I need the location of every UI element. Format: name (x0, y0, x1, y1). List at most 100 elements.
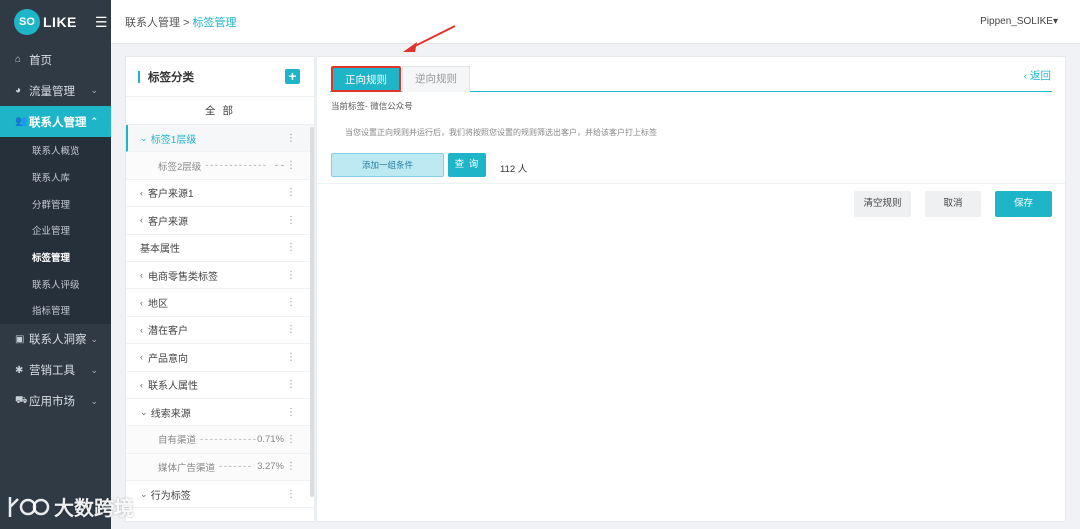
breadcrumb-separator: > (180, 16, 193, 29)
sidebar-item-marketing[interactable]: ✱ 营销工具 ⌄ (0, 355, 111, 386)
rule-tabs: 正向规则 逆向规则 (330, 66, 1052, 92)
query-button[interactable]: 查 询 (448, 153, 486, 177)
watermark-text: 大数跨境 (54, 498, 134, 520)
category-label: 自有渠道 (158, 435, 197, 447)
category-label: 地区 (148, 299, 168, 311)
sidebar-subitem-library[interactable]: 联系人库 (0, 164, 111, 191)
more-icon[interactable]: ⋮ (286, 270, 296, 281)
chevron-left-icon: ‹ (140, 297, 143, 308)
sidebar-subitem-segments[interactable]: 分群管理 (0, 190, 111, 217)
current-tag: 当前标签- 微信公众号 (331, 101, 413, 111)
top-header: 联系人管理 > 标签管理 Pippen_SOLIKE▾ (111, 0, 1080, 44)
tab-reverse-rule[interactable]: 逆向规则 (402, 66, 470, 92)
chevron-down-icon: ⌄ (140, 488, 148, 499)
chevron-left-icon: ‹ (140, 352, 143, 363)
category-label: 媒体广告渠道 (158, 462, 216, 474)
save-button[interactable]: 保存 (995, 191, 1052, 217)
divider (317, 183, 1065, 184)
sidebar-item-market[interactable]: ⛟ 应用市场 ⌄ (0, 386, 111, 417)
category-row[interactable]: ⌄ 标签1层级 ⋮ (126, 125, 314, 153)
category-label: 产品意向 (148, 353, 188, 365)
category-scrollbar[interactable] (310, 127, 314, 497)
category-label: 客户来源 (148, 216, 188, 228)
category-row[interactable]: ‹ 潜在客户 ⋮ (126, 317, 314, 345)
breadcrumb-current: 标签管理 (192, 16, 237, 29)
sidebar-item-home[interactable]: ⌂ 首页 (0, 44, 111, 75)
user-menu[interactable]: Pippen_SOLIKE▾ (980, 16, 1058, 27)
logo-mark: SO (14, 9, 40, 35)
category-label: 行为标签 (150, 490, 191, 502)
category-label: 标签1层级 (150, 134, 197, 146)
category-label: 客户来源1 (148, 189, 194, 201)
category-row[interactable]: ‹ 客户来源 ⋮ (126, 207, 314, 235)
category-row[interactable]: 基本属性 ⋮ (126, 235, 314, 262)
chart-pie-icon: ◕ (15, 85, 22, 96)
sidebar-item-label: 流量管理 (29, 85, 75, 98)
category-row[interactable]: 标签2层级 - - - - - - - - - - - - - - - ⋮ (126, 152, 314, 180)
category-row[interactable]: ‹ 地区 ⋮ (126, 289, 314, 317)
category-all[interactable]: 全 部 (126, 97, 314, 125)
sidebar-subitem-tags[interactable]: 标签管理 (0, 244, 111, 271)
category-label: 线索来源 (150, 408, 191, 420)
chevron-up-icon: ⌃ (90, 116, 98, 126)
cart-icon: ⛟ (15, 394, 28, 406)
category-row[interactable]: ‹ 客户来源1 ⋮ (126, 180, 314, 208)
category-row[interactable]: ⌄ 行为标签 ⋮ (126, 481, 314, 509)
clear-rules-button[interactable]: 清空规则 (854, 191, 911, 217)
chevron-left-icon: ‹ (140, 270, 143, 281)
more-icon[interactable]: ⋮ (286, 352, 296, 363)
chevron-down-icon: ⌄ (90, 85, 98, 95)
back-link[interactable]: ‹ 返回 (1024, 68, 1051, 83)
category-title: 标签分类 (148, 71, 194, 84)
sidebar-subitem-companies[interactable]: 企业管理 (0, 217, 111, 244)
accent-bar (138, 70, 140, 83)
more-icon[interactable]: ⋮ (286, 215, 296, 226)
breadcrumb: 联系人管理 > 标签管理 (125, 14, 237, 30)
sidebar-item-insights[interactable]: ▣ 联系人洞察 ⌄ (0, 324, 111, 355)
more-icon[interactable]: ⋮ (286, 187, 296, 198)
category-row[interactable]: ‹ 联系人属性 ⋮ (126, 372, 314, 399)
sidebar-subitem-metrics[interactable]: 指标管理 (0, 297, 111, 324)
category-label: 基本属性 (140, 244, 180, 256)
watermark-logo-icon (8, 496, 50, 517)
category-row[interactable]: ‹ 电商零售类标签 ⋮ (126, 262, 314, 290)
cancel-button[interactable]: 取消 (925, 191, 981, 217)
category-row[interactable]: ‹ 产品意向 ⋮ (126, 344, 314, 372)
breadcrumb-parent[interactable]: 联系人管理 (125, 17, 180, 29)
more-icon[interactable]: ⋮ (286, 297, 296, 308)
category-row[interactable]: 自有渠道 - - - - - - - - - - - - 0.71% ⋮ (126, 426, 314, 454)
more-icon[interactable]: ⋮ (286, 324, 296, 335)
chevron-down-icon: ⌄ (140, 132, 148, 143)
more-icon[interactable]: ⋮ (286, 160, 296, 171)
category-row[interactable]: ⌄ 线索来源 ⋮ (126, 399, 314, 427)
sidebar: SO LIKE ☰ ⌂ 首页 ◕ 流量管理 ⌄ 👥 联系人管理 ⌃ 联系人概览 … (0, 0, 111, 529)
more-icon[interactable]: ⋮ (286, 434, 296, 445)
sidebar-item-label: 联系人洞察 (29, 334, 87, 347)
tag-category-panel: 标签分类 + 全 部 ⌄ 标签1层级 ⋮ 标签2层级 - - - - - - - … (125, 56, 315, 522)
more-icon[interactable]: ⋮ (286, 461, 296, 472)
sidebar-subitem-overview[interactable]: 联系人概览 (0, 137, 111, 164)
more-icon[interactable]: ⋮ (286, 379, 296, 390)
annotation-arrow-icon (403, 25, 456, 52)
more-icon[interactable]: ⋮ (286, 489, 296, 500)
sidebar-item-traffic[interactable]: ◕ 流量管理 ⌄ (0, 75, 111, 106)
category-leader: - - - - - - - (219, 461, 251, 473)
logo[interactable]: SO LIKE ☰ (0, 0, 111, 44)
more-icon[interactable]: ⋮ (286, 242, 296, 253)
chevron-down-icon: ⌄ (90, 395, 98, 406)
chevron-down-icon: ⌄ (140, 406, 148, 417)
category-percent: 3.27% (257, 461, 284, 473)
category-row[interactable]: 媒体广告渠道 - - - - - - - 3.27% ⋮ (126, 453, 314, 482)
chevron-down-icon: ⌄ (90, 333, 98, 344)
back-label: 返回 (1030, 70, 1051, 82)
tab-forward-rule[interactable]: 正向规则 (331, 66, 401, 92)
more-icon[interactable]: ⋮ (286, 407, 296, 418)
sidebar-subitem-rating[interactable]: 联系人评级 (0, 270, 111, 297)
more-icon[interactable]: ⋮ (286, 133, 296, 144)
tools-icon: ✱ (15, 364, 24, 376)
sidebar-item-contacts[interactable]: 👥 联系人管理 ⌃ (0, 106, 111, 137)
match-count: 112 人 (500, 164, 528, 175)
menu-toggle-icon[interactable]: ☰ (95, 14, 108, 31)
add-category-button[interactable]: + (285, 69, 300, 84)
add-condition-group-button[interactable]: 添加一组条件 (331, 153, 444, 177)
